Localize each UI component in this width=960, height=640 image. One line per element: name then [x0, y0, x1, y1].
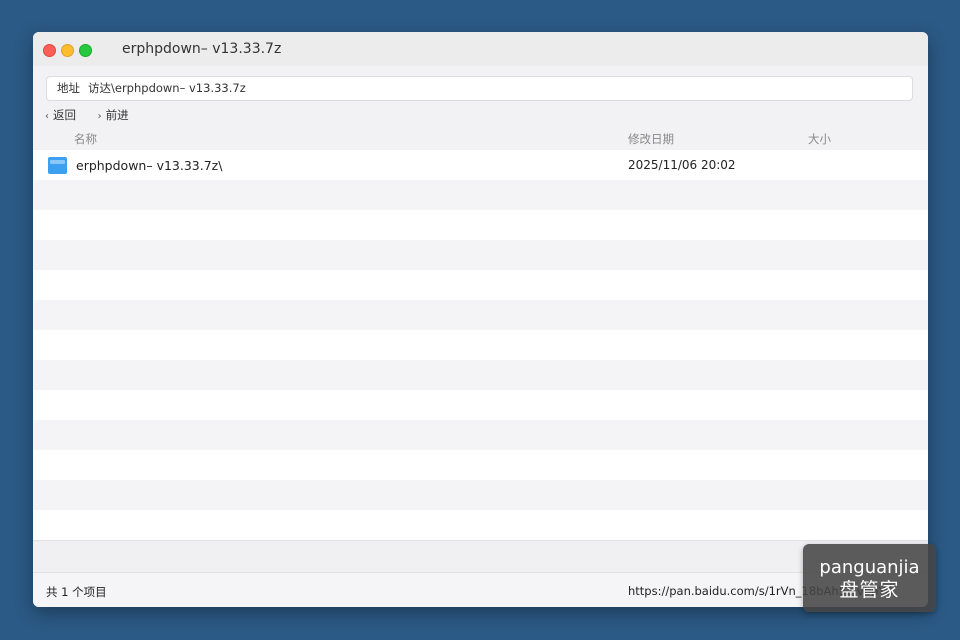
chevron-right-icon: › [97, 111, 102, 122]
address-path: 访达\erphpdown– v13.33.7z [88, 81, 246, 95]
file-list: erphpdown– v13.33.7z\ 2025/11/06 20:02 [33, 150, 928, 540]
file-modified: 2025/11/06 20:02 [628, 158, 736, 172]
file-row[interactable]: erphpdown– v13.33.7z\ 2025/11/06 20:02 [33, 150, 928, 180]
folder-icon [48, 157, 67, 174]
empty-row [33, 510, 928, 540]
forward-label: 前进 [105, 108, 129, 122]
empty-row [33, 240, 928, 270]
address-bar[interactable]: 地址 访达\erphpdown– v13.33.7z [46, 76, 913, 101]
file-name: erphpdown– v13.33.7z\ [76, 158, 223, 173]
forward-button[interactable]: › 前进 [98, 107, 129, 123]
list-footer [33, 540, 928, 573]
close-button[interactable] [43, 44, 56, 57]
finder-window: erphpdown– v13.33.7z 地址 访达\erphpdown– v13… [33, 32, 928, 607]
back-button[interactable]: ‹ 返回 [45, 107, 76, 123]
navigation-row: ‹ 返回 › 前进 [45, 107, 147, 123]
watermark-badge: panguanjia 盘管家 [803, 544, 936, 612]
empty-row [33, 360, 928, 390]
empty-row [33, 480, 928, 510]
watermark-line2: 盘管家 [839, 579, 900, 601]
empty-row [33, 180, 928, 210]
empty-row [33, 390, 928, 420]
item-count: 共 1 个项目 [46, 585, 107, 599]
empty-row [33, 210, 928, 240]
zoom-button[interactable] [79, 44, 92, 57]
column-size[interactable]: 大小 [808, 131, 831, 147]
empty-row [33, 420, 928, 450]
window-title: erphpdown– v13.33.7z [122, 41, 282, 57]
chevron-left-icon: ‹ [45, 111, 49, 122]
empty-row [33, 450, 928, 480]
column-modified[interactable]: 修改日期 [628, 131, 674, 147]
column-name[interactable]: 名称 [74, 131, 97, 147]
address-label: 地址 [57, 81, 80, 95]
status-bar: 共 1 个项目 https://pan.baidu.com/s/1rVn_18b… [33, 572, 928, 607]
empty-row [33, 270, 928, 300]
minimize-button[interactable] [61, 44, 74, 57]
column-header: 名称 修改日期 大小 [33, 127, 928, 150]
empty-row [33, 300, 928, 330]
empty-row [33, 330, 928, 360]
back-label: 返回 [53, 108, 76, 122]
watermark-line1: panguanjia [819, 557, 920, 578]
title-bar: erphpdown– v13.33.7z [33, 32, 928, 66]
